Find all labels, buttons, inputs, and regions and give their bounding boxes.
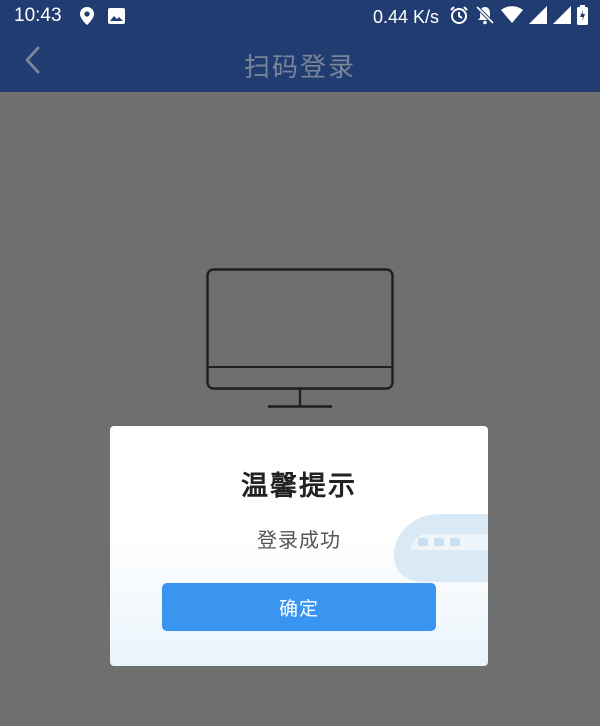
signal-icon bbox=[529, 6, 547, 29]
confirm-button[interactable]: 确定 bbox=[162, 583, 436, 631]
status-left-icons bbox=[80, 7, 125, 30]
dialog-title: 温馨提示 bbox=[241, 471, 357, 502]
wifi-icon bbox=[501, 6, 523, 29]
status-right: 0.44 K/s bbox=[373, 5, 588, 30]
alarm-icon bbox=[449, 5, 469, 30]
notifications-off-icon bbox=[475, 5, 495, 30]
page-title: 扫码登录 bbox=[243, 53, 356, 83]
status-bar: 10:43 0.44 K/s bbox=[0, 0, 600, 32]
signal-icon bbox=[553, 6, 571, 29]
location-icon bbox=[80, 7, 94, 30]
nav-bar: 扫码登录 bbox=[0, 32, 600, 92]
monitor-icon bbox=[204, 266, 396, 416]
dialog-message: 登录成功 bbox=[257, 528, 341, 552]
status-time: 10:43 bbox=[14, 5, 62, 26]
image-icon bbox=[108, 8, 125, 29]
battery-icon bbox=[577, 5, 588, 30]
alert-dialog: 温馨提示 登录成功 确定 bbox=[110, 426, 488, 666]
network-speed: 0.44 K/s bbox=[372, 7, 439, 27]
